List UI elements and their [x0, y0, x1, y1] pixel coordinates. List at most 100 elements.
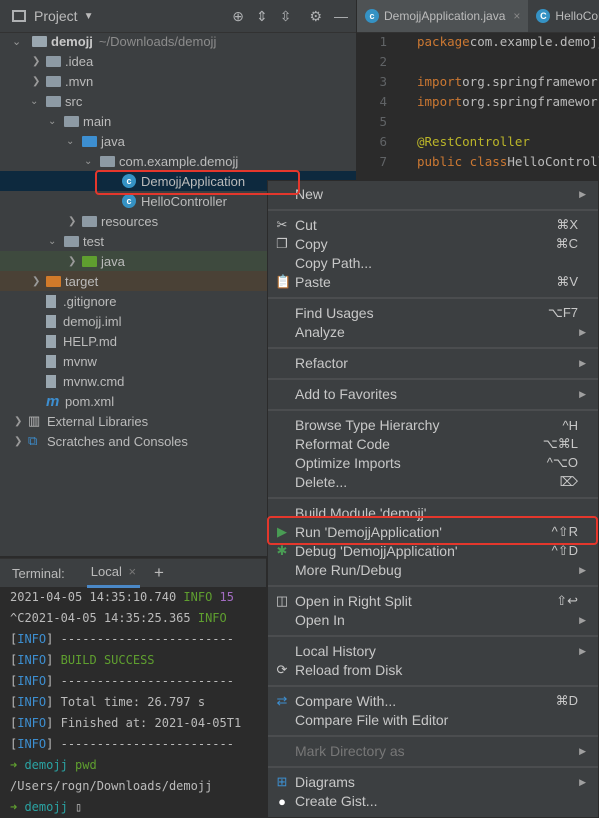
- close-icon[interactable]: ×: [513, 9, 520, 23]
- menu-item-compare-with[interactable]: ⇄ Compare With... ⌘D: [268, 692, 598, 711]
- menu-item-run-demojjapplication[interactable]: ▶ Run 'DemojjApplication' ^⇧R: [268, 523, 598, 542]
- file-icon: [46, 294, 56, 308]
- menu-item-open-in[interactable]: Open In ▶: [268, 611, 598, 630]
- chevron-down-icon[interactable]: ⌄: [48, 116, 58, 127]
- menu-item-label: New: [295, 186, 324, 202]
- menu-item-local-history[interactable]: Local History ▶: [268, 642, 598, 661]
- chevron-right-icon[interactable]: ❯: [32, 76, 42, 87]
- chevron-right-icon[interactable]: ❯: [14, 436, 24, 447]
- menu-item-label: Reload from Disk: [295, 662, 403, 678]
- chevron-down-icon[interactable]: ⌄: [84, 156, 94, 167]
- menu-item-optimize-imports[interactable]: Optimize Imports ^⌥O: [268, 454, 598, 473]
- chevron-right-icon[interactable]: ❯: [68, 256, 78, 267]
- menu-item-find-usages[interactable]: Find Usages ⌥F7: [268, 304, 598, 323]
- tree-item[interactable]: ❯ .mvn: [0, 71, 356, 91]
- menu-item-debug-demojjapplication[interactable]: ✱ Debug 'DemojjApplication' ^⇧D: [268, 542, 598, 561]
- tree-item[interactable]: ⌄ main: [0, 111, 356, 131]
- expand-all-icon[interactable]: ⇕: [256, 8, 268, 25]
- menu-item-browse-type-hierarchy[interactable]: Browse Type Hierarchy ^H: [268, 416, 598, 435]
- menu-item-copy[interactable]: ❐ Copy ⌘C: [268, 235, 598, 254]
- terminal-text: INFO: [17, 695, 47, 709]
- tab-hello-controller[interactable]: C HelloController: [528, 0, 599, 32]
- menu-item-label: Create Gist...: [295, 793, 378, 809]
- tab-demojj-application[interactable]: c DemojjApplication.java ×: [357, 0, 529, 32]
- split-icon: ◫: [275, 593, 289, 608]
- menu-item-label: Cut: [295, 217, 317, 233]
- menu-item-label: More Run/Debug: [295, 562, 402, 578]
- collapse-all-icon[interactable]: ⇳: [280, 8, 292, 25]
- tree-item-root[interactable]: ⌄ demojj ~/Downloads/demojj: [0, 31, 356, 51]
- chevron-down-icon[interactable]: ⌄: [66, 136, 76, 147]
- code-line: 2: [357, 51, 417, 71]
- chevron-down-icon[interactable]: ⌄: [12, 35, 22, 48]
- project-view-selector[interactable]: Project: [34, 8, 78, 24]
- close-icon[interactable]: ×: [128, 564, 136, 579]
- tree-item-label: .gitignore: [63, 293, 117, 309]
- menu-item-build-module-demojj[interactable]: Build Module 'demojj': [268, 504, 598, 523]
- terminal-text: ]: [46, 653, 61, 667]
- chevron-down-icon[interactable]: ⌄: [48, 236, 58, 247]
- line-number: 6: [379, 133, 387, 149]
- chevron-right-icon[interactable]: ❯: [32, 276, 42, 287]
- code-line: 5: [357, 111, 417, 131]
- minimize-icon[interactable]: —: [334, 8, 348, 24]
- menu-item-diagrams[interactable]: ⊞ Diagrams ▶: [268, 773, 598, 792]
- tree-item[interactable]: ⌄ src: [0, 91, 356, 111]
- chevron-right-icon[interactable]: ❯: [32, 56, 42, 67]
- menu-separator: [268, 580, 598, 592]
- add-tab-icon[interactable]: +: [154, 563, 164, 583]
- project-view-icon: [12, 10, 26, 22]
- menu-item-label: Analyze: [295, 324, 345, 340]
- debug-icon: ✱: [276, 543, 288, 558]
- line-number: 2: [379, 53, 387, 69]
- tree-item[interactable]: ❯ .idea: [0, 51, 356, 71]
- menu-separator: [268, 404, 598, 416]
- terminal-text: INFO: [17, 737, 47, 751]
- menu-item-more-run-debug[interactable]: More Run/Debug ▶: [268, 561, 598, 580]
- menu-item-label: Optimize Imports: [295, 455, 401, 471]
- menu-item-add-to-favorites[interactable]: Add to Favorites ▶: [268, 385, 598, 404]
- tree-item-label: resources: [101, 213, 159, 229]
- locate-icon[interactable]: ⊕: [232, 8, 244, 25]
- project-panel-header: Project ▼ ⊕ ⇕ ⇳ ⚙ —: [0, 0, 356, 33]
- menu-separator: [268, 373, 598, 385]
- menu-item-label: Refactor: [295, 355, 348, 371]
- line-number: 3: [379, 73, 387, 89]
- menu-item-compare-file-with-editor[interactable]: Compare File with Editor: [268, 711, 598, 730]
- menu-item-cut[interactable]: ✂ Cut ⌘X: [268, 216, 598, 235]
- menu-item-new[interactable]: New ▶: [268, 185, 598, 204]
- chevron-right-icon[interactable]: ❯: [68, 216, 78, 227]
- tree-item[interactable]: ⌄ com.example.demojj: [0, 151, 356, 171]
- terminal-line: [INFO] Total time: 26.797 s: [0, 692, 266, 713]
- menu-item-label: Compare File with Editor: [295, 712, 449, 728]
- terminal-text: demojj: [24, 800, 76, 814]
- chevron-down-icon[interactable]: ▼: [84, 11, 94, 22]
- line-number: 4: [379, 93, 387, 109]
- tab-local[interactable]: Local ×: [86, 558, 141, 588]
- terminal-text: INFO: [183, 590, 220, 604]
- shortcut: ⌥⌘L: [542, 436, 578, 451]
- gear-icon[interactable]: ⚙: [309, 8, 322, 25]
- shortcut: ⌘X: [556, 217, 578, 232]
- menu-item-create-gist[interactable]: ● Create Gist...: [268, 792, 598, 811]
- chevron-right-icon[interactable]: ❯: [14, 416, 24, 427]
- line-number: 5: [379, 113, 387, 129]
- menu-item-paste[interactable]: 📋 Paste ⌘V: [268, 273, 598, 292]
- code-line: 3 import org.springframework: [357, 71, 599, 91]
- tree-item[interactable]: ⌄ java: [0, 131, 356, 151]
- menu-item-copy-path[interactable]: Copy Path...: [268, 254, 598, 273]
- terminal-text: demojj: [24, 758, 76, 772]
- code-token: import: [417, 73, 463, 89]
- code-token: import: [417, 93, 463, 109]
- chevron-down-icon[interactable]: ⌄: [30, 96, 40, 107]
- menu-item-refactor[interactable]: Refactor ▶: [268, 354, 598, 373]
- menu-item-reformat-code[interactable]: Reformat Code ⌥⌘L: [268, 435, 598, 454]
- menu-item-analyze[interactable]: Analyze ▶: [268, 323, 598, 342]
- menu-item-open-in-right-split[interactable]: ◫ Open in Right Split ⇧↩: [268, 592, 598, 611]
- menu-item-reload-from-disk[interactable]: ⟳ Reload from Disk: [268, 661, 598, 680]
- terminal-output[interactable]: 2021-04-05 14:35:10.740 INFO 15 ^C2021-04…: [0, 587, 266, 818]
- menu-separator: [268, 292, 598, 304]
- menu-item-label: Local History: [295, 643, 376, 659]
- menu-item-delete[interactable]: Delete... ⌦: [268, 473, 598, 492]
- tree-item-label: Scratches and Consoles: [47, 433, 188, 449]
